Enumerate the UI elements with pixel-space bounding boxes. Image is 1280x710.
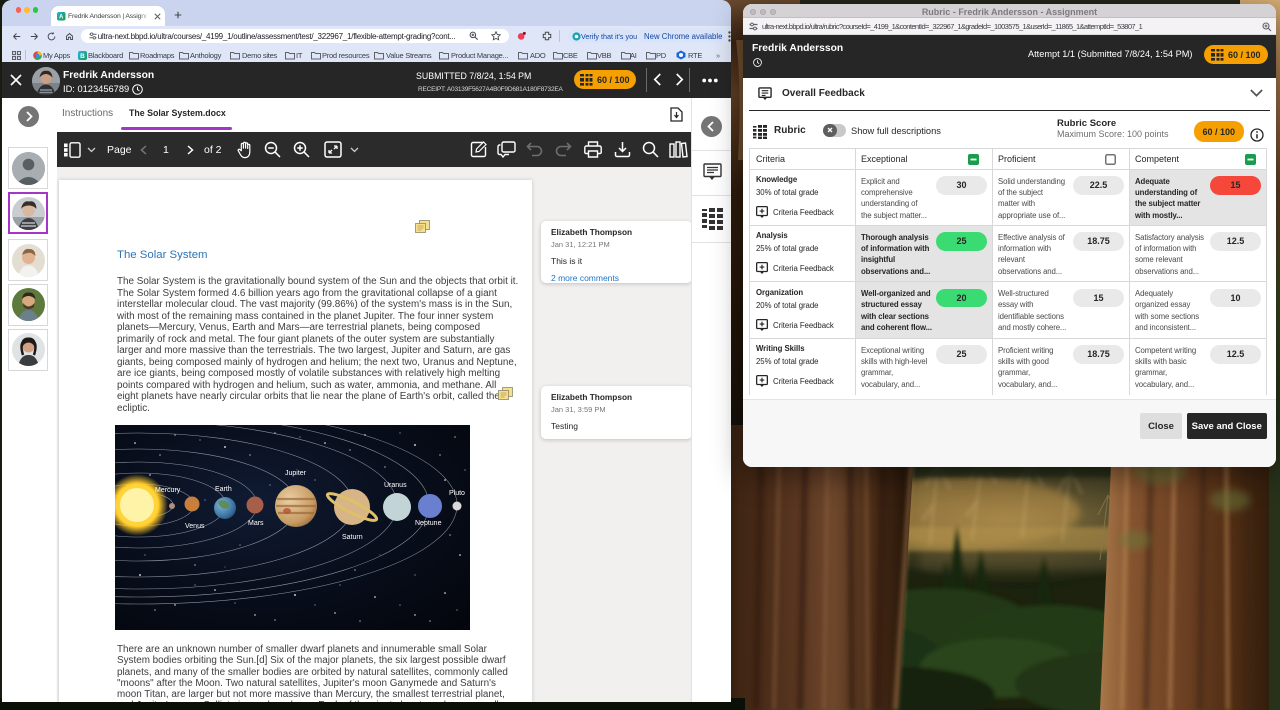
svg-text:Neptune: Neptune (415, 520, 442, 527)
svg-text:Mercury: Mercury (155, 487, 181, 494)
svg-text:A: A (59, 15, 64, 21)
svg-text:Saturn: Saturn (342, 534, 363, 541)
svg-text:Earth: Earth (215, 486, 232, 493)
svg-text:Uranus: Uranus (384, 482, 407, 489)
svg-text:Mars: Mars (248, 520, 264, 527)
svg-text:B: B (80, 53, 85, 60)
svg-text:Jupiter: Jupiter (285, 470, 307, 477)
svg-text:Pluto: Pluto (449, 490, 465, 497)
svg-text:Venus: Venus (185, 523, 205, 530)
